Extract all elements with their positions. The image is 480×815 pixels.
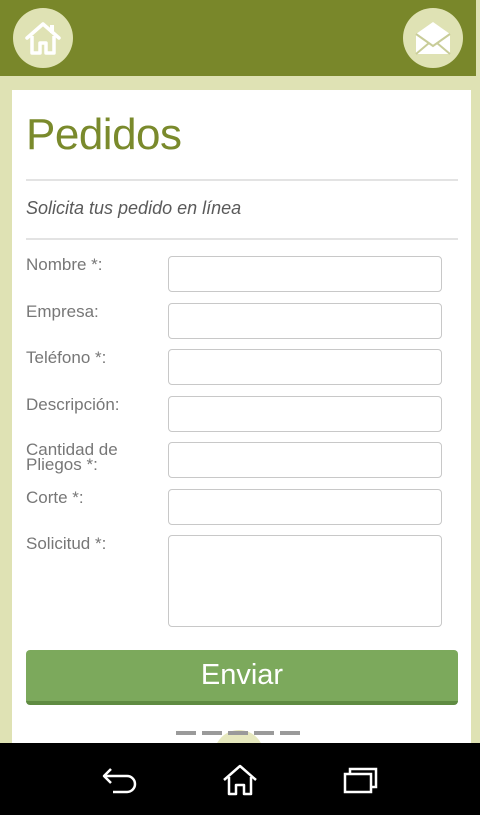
cantidad-pliegos-field[interactable] xyxy=(168,442,442,478)
page-subtitle: Solicita tus pedido en línea xyxy=(26,198,242,218)
page-title: Pedidos xyxy=(26,110,182,159)
nombre-label: Nombre *: xyxy=(26,255,103,274)
top-bar xyxy=(0,0,480,76)
recent-apps-button[interactable] xyxy=(338,761,382,799)
submit-button[interactable]: Enviar xyxy=(26,650,458,705)
empresa-field[interactable] xyxy=(168,303,442,339)
back-button[interactable] xyxy=(98,761,142,799)
pager-dot[interactable] xyxy=(254,731,274,735)
telefono-label: Teléfono *: xyxy=(26,348,107,367)
form-card: Pedidos Solicita tus pedido en línea Nom… xyxy=(12,90,471,743)
subtitle-divider xyxy=(26,238,458,240)
home-button[interactable] xyxy=(13,8,73,68)
descripcion-field[interactable] xyxy=(168,396,442,432)
mail-button[interactable] xyxy=(403,8,463,68)
telefono-field[interactable] xyxy=(168,349,442,385)
solicitud-textarea[interactable] xyxy=(168,535,442,627)
corte-field[interactable] xyxy=(168,489,442,525)
title-divider xyxy=(26,179,458,181)
top-bar-edge xyxy=(476,0,480,76)
home-icon xyxy=(25,22,61,55)
corte-label: Corte *: xyxy=(26,488,84,507)
pager-dot[interactable] xyxy=(228,731,248,735)
cantidad-pliegos-label: Cantidad de Pliegos *: xyxy=(26,440,118,474)
pager-dot[interactable] xyxy=(280,731,300,735)
pager-dot[interactable] xyxy=(202,731,222,735)
solicitud-label: Solicitud *: xyxy=(26,534,107,553)
mail-icon xyxy=(415,22,451,55)
recent-apps-icon xyxy=(343,767,378,794)
system-nav-bar xyxy=(0,743,480,815)
pager xyxy=(176,730,306,743)
nombre-field[interactable] xyxy=(168,256,442,292)
empresa-label: Empresa: xyxy=(26,302,99,321)
back-icon xyxy=(102,768,137,794)
descripcion-label: Descripción: xyxy=(26,395,120,414)
home-outline-icon xyxy=(223,764,257,796)
pager-dot[interactable] xyxy=(176,731,196,735)
system-home-button[interactable] xyxy=(218,761,262,799)
